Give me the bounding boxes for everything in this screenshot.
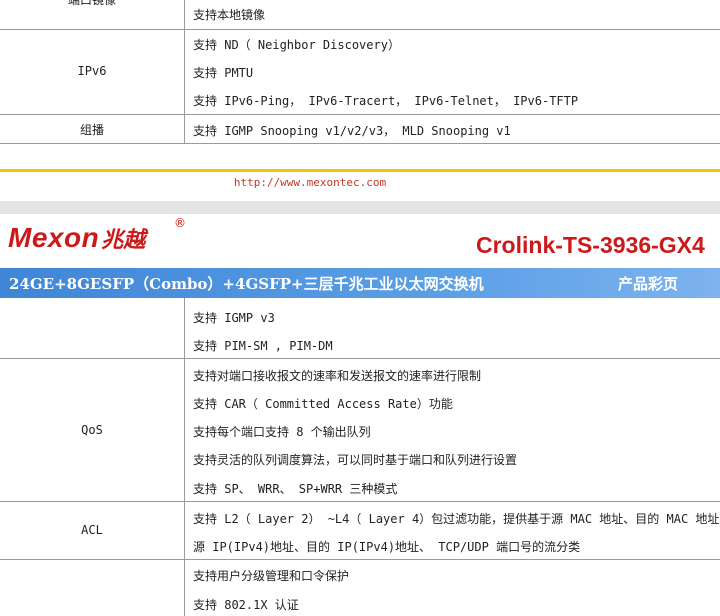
qos-line: 支持灵活的队列调度算法，可以同时基于端口和队列进行设置 <box>193 453 518 467</box>
row-border <box>0 114 720 115</box>
banner-tag: 产品彩页 <box>618 275 679 293</box>
brand-name: Mexon <box>8 222 100 253</box>
ipv6-line: 支持 ND（ Neighbor Discovery） <box>193 38 400 52</box>
acl-line: 支持 L2（ Layer 2） ~L4（ Layer 4）包过滤功能，提供基于源… <box>193 512 720 526</box>
row-border <box>0 559 720 560</box>
footer-url[interactable]: http://www.mexontec.com <box>0 176 620 189</box>
security-line: 支持用户分级管理和口令保护 <box>193 569 350 583</box>
ipv6-line: 支持 PMTU <box>193 66 254 80</box>
row-border <box>0 501 720 502</box>
brand-cn: 兆越 <box>101 227 146 253</box>
page-gap <box>0 201 720 214</box>
multicast-cont-line: 支持 IGMP v3 <box>193 311 275 325</box>
multicast-cont-line: 支持 PIM-SM , PIM-DM <box>193 339 333 353</box>
table-divider <box>184 298 185 616</box>
brand-logo: Mexon兆越 <box>8 222 145 254</box>
qos-line: 支持 SP、 WRR、 SP+WRR 三种模式 <box>193 482 398 496</box>
multicast-line: 支持 IGMP Snooping v1/v2/v3， MLD Snooping … <box>193 124 511 138</box>
qos-line: 支持对端口接收报文的速率和发送报文的速率进行限制 <box>193 369 482 383</box>
qos-line: 支持 CAR（ Committed Access Rate）功能 <box>193 397 453 411</box>
port-mirror-label: 端口镜像 <box>67 0 116 7</box>
acl-label: ACL <box>81 523 103 537</box>
qos-label: QoS <box>81 423 103 437</box>
qos-line: 支持每个端口支持 8 个输出队列 <box>193 425 371 439</box>
ipv6-label: IPv6 <box>77 64 107 78</box>
security-line: 支持 802.1X 认证 <box>193 598 299 612</box>
acl-line: 源 IP(IPv4)地址、目的 IP(IPv4)地址、 TCP/UDP 端口号的… <box>193 540 581 554</box>
row-border <box>0 143 720 144</box>
row-border <box>0 29 720 30</box>
product-banner: 24GE+8GESFP（Combo）+4GSFP+三层千兆工业以太网交换机 产品… <box>0 268 720 298</box>
table-divider <box>184 0 185 143</box>
mirror-row: 支持本地镜像 <box>193 8 266 22</box>
model-number: Crolink-TS-3936-GX4 <box>476 232 705 258</box>
row-border <box>0 358 720 359</box>
ipv6-line: 支持 IPv6-Ping， IPv6-Tracert， IPv6-Telnet，… <box>193 94 579 108</box>
multicast-label: 组播 <box>79 123 104 137</box>
footer-rule <box>0 169 720 172</box>
registered-mark: ® <box>174 216 186 230</box>
banner-title: 24GE+8GESFP（Combo）+4GSFP+三层千兆工业以太网交换机 <box>9 275 484 293</box>
